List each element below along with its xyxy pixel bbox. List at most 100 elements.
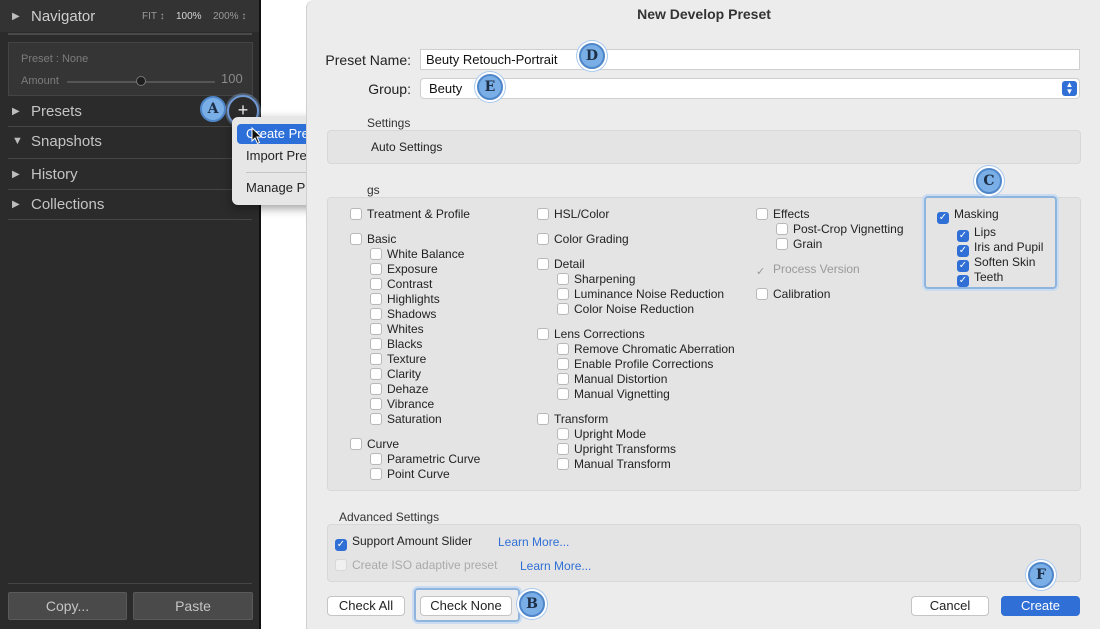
divider <box>8 189 252 190</box>
texture-checkbox[interactable]: Texture <box>370 352 426 366</box>
saturation-checkbox[interactable]: Saturation <box>370 412 442 426</box>
expand-triangle-icon: ▶ <box>12 169 20 180</box>
upright-transforms-checkbox[interactable]: Upright Transforms <box>557 442 676 456</box>
checkmark-icon: ✓ <box>335 539 347 551</box>
divider <box>8 158 252 159</box>
zoom-100-option[interactable]: 100% <box>176 11 202 22</box>
dialog-title: New Develop Preset <box>637 6 771 22</box>
navigator-title: Navigator <box>31 8 96 25</box>
auto-settings-label[interactable]: Auto Settings <box>371 140 442 154</box>
amount-value: 100 <box>221 71 243 86</box>
check-all-button[interactable]: Check All <box>327 596 405 616</box>
color-grading-checkbox[interactable]: Color Grading <box>537 232 629 246</box>
hsl-color-checkbox[interactable]: HSL/Color <box>537 207 609 221</box>
copy-button[interactable]: Copy... <box>8 592 127 620</box>
zoom-200-option[interactable]: 200% ↕ <box>213 11 246 22</box>
sharpening-checkbox[interactable]: Sharpening <box>557 272 635 286</box>
callout-f: F <box>1028 562 1054 588</box>
parametric-curve-checkbox[interactable]: Parametric Curve <box>370 452 480 466</box>
post-crop-vignetting-checkbox[interactable]: Post-Crop Vignetting <box>776 222 904 236</box>
group-select[interactable]: Beuty ▲ ▼ <box>420 78 1080 99</box>
divider <box>8 33 252 35</box>
snapshots-section-header[interactable]: ▼ Snapshots <box>0 128 259 156</box>
history-section-header[interactable]: ▶ History <box>0 161 259 189</box>
select-arrows-icon: ▲ ▼ <box>1062 81 1077 96</box>
callout-c: C <box>976 168 1002 194</box>
divider <box>8 583 252 584</box>
auto-settings-section-label: Settings <box>367 116 411 130</box>
callout-d: D <box>579 43 605 69</box>
exposure-checkbox[interactable]: Exposure <box>370 262 438 276</box>
amount-label: Amount <box>21 75 59 87</box>
detail-checkbox[interactable]: Detail <box>537 257 585 271</box>
callout-b: B <box>519 591 545 617</box>
grain-checkbox[interactable]: Grain <box>776 237 822 251</box>
checkmark-icon: ✓ <box>957 275 969 287</box>
auto-settings-box: Auto Settings <box>327 130 1081 164</box>
remove-chromatic-aberration-checkbox[interactable]: Remove Chromatic Aberration <box>557 342 735 356</box>
support-amount-slider-checkbox[interactable]: ✓ Support Amount Slider <box>335 534 472 551</box>
curve-checkbox[interactable]: Curve <box>350 437 399 451</box>
point-curve-checkbox[interactable]: Point Curve <box>370 467 450 481</box>
check-none-button[interactable]: Check None <box>420 596 512 616</box>
enable-profile-corrections-checkbox[interactable]: Enable Profile Corrections <box>557 357 713 371</box>
advanced-settings-box <box>327 524 1081 582</box>
preset-name-label: Preset Name: <box>325 52 411 68</box>
manual-transform-checkbox[interactable]: Manual Transform <box>557 457 671 471</box>
learn-more-link-amount[interactable]: Learn More... <box>498 535 569 549</box>
paste-button[interactable]: Paste <box>133 592 253 620</box>
clarity-checkbox[interactable]: Clarity <box>370 367 421 381</box>
white-balance-checkbox[interactable]: White Balance <box>370 247 464 261</box>
vibrance-checkbox[interactable]: Vibrance <box>370 397 434 411</box>
dehaze-checkbox[interactable]: Dehaze <box>370 382 428 396</box>
new-develop-preset-dialog: New Develop Preset Preset Name: Beuty Re… <box>306 0 1100 629</box>
highlights-checkbox[interactable]: Highlights <box>370 292 440 306</box>
mouse-pointer-icon <box>251 127 263 145</box>
cancel-button[interactable]: Cancel <box>911 596 989 616</box>
process-version-checkbox: ✓ Process Version <box>756 262 860 278</box>
settings-section-label: gs <box>367 183 380 197</box>
collections-section-header[interactable]: ▶ Collections <box>0 191 259 219</box>
advanced-settings-label: Advanced Settings <box>339 510 440 524</box>
masking-checkbox[interactable]: ✓ Masking <box>937 207 999 224</box>
callout-e: E <box>477 74 503 100</box>
calibration-checkbox[interactable]: Calibration <box>756 287 830 301</box>
develop-left-panel: ▶ Navigator FIT ↕ 100% 200% ↕ Preset : N… <box>0 0 261 629</box>
preset-amount-box: Preset : None Amount 100 <box>8 42 253 96</box>
contrast-checkbox[interactable]: Contrast <box>370 277 432 291</box>
luminance-noise-reduction-checkbox[interactable]: Luminance Noise Reduction <box>557 287 724 301</box>
upright-mode-checkbox[interactable]: Upright Mode <box>557 427 646 441</box>
iso-adaptive-checkbox: Create ISO adaptive preset <box>335 558 497 572</box>
divider <box>8 219 252 220</box>
collapse-triangle-icon: ▼ <box>12 135 23 147</box>
basic-checkbox[interactable]: Basic <box>350 232 396 246</box>
zoom-fit-option[interactable]: FIT ↕ <box>142 11 165 22</box>
screenshot-root: ▶ Navigator FIT ↕ 100% 200% ↕ Preset : N… <box>0 0 1100 629</box>
create-button[interactable]: Create <box>1001 596 1080 616</box>
callout-a: A <box>200 96 226 122</box>
mask-teeth-checkbox[interactable]: ✓ Teeth <box>957 270 1003 287</box>
learn-more-link-iso[interactable]: Learn More... <box>520 559 591 573</box>
blacks-checkbox[interactable]: Blacks <box>370 337 422 351</box>
group-value: Beuty <box>429 81 463 96</box>
checkmark-icon: ✓ <box>937 212 949 224</box>
navigator-header[interactable]: ▶ Navigator FIT ↕ 100% 200% ↕ <box>0 0 259 32</box>
color-noise-reduction-checkbox[interactable]: Color Noise Reduction <box>557 302 694 316</box>
manual-vignetting-checkbox[interactable]: Manual Vignetting <box>557 387 670 401</box>
transform-checkbox[interactable]: Transform <box>537 412 608 426</box>
shadows-checkbox[interactable]: Shadows <box>370 307 436 321</box>
manual-distortion-checkbox[interactable]: Manual Distortion <box>557 372 667 386</box>
amount-slider-thumb[interactable] <box>136 76 146 86</box>
treatment-profile-checkbox[interactable]: Treatment & Profile <box>350 207 470 221</box>
preset-name-input[interactable]: Beuty Retouch-Portrait <box>420 49 1080 70</box>
presets-title: Presets <box>31 103 82 120</box>
expand-triangle-icon: ▶ <box>12 199 20 210</box>
expand-triangle-icon: ▶ <box>12 106 20 117</box>
checkmark-icon: ✓ <box>756 266 766 278</box>
lens-corrections-checkbox[interactable]: Lens Corrections <box>537 327 645 341</box>
effects-checkbox[interactable]: Effects <box>756 207 809 221</box>
group-label: Group: <box>368 81 411 97</box>
preset-label: Preset : None <box>21 53 89 65</box>
history-title: History <box>31 166 78 183</box>
whites-checkbox[interactable]: Whites <box>370 322 424 336</box>
